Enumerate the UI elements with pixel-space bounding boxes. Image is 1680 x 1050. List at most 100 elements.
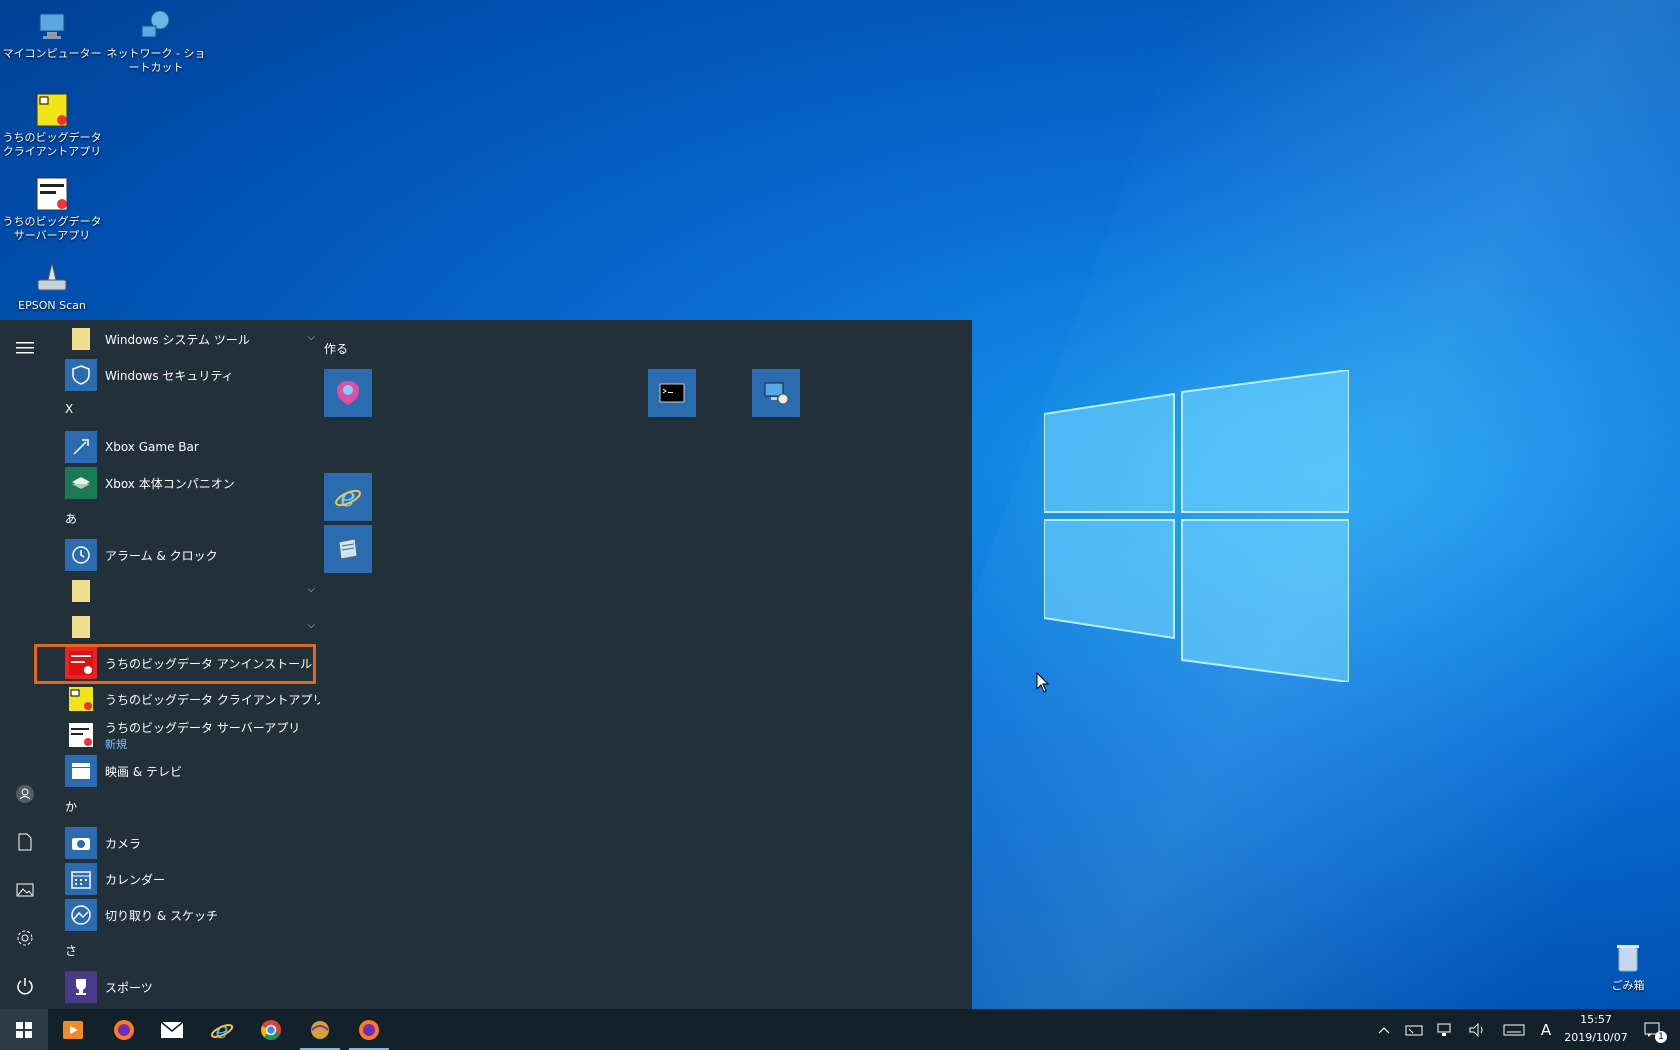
- notepad-icon: [338, 538, 358, 560]
- desktop-icon-label: うちのビッグデータ クライアントアプリ: [2, 131, 102, 158]
- chrome-icon: [261, 1019, 281, 1040]
- desktop-icon-server-app[interactable]: うちのビッグデータ サーバーアプリ: [0, 176, 104, 243]
- app-item-calendar[interactable]: カレンダー: [65, 861, 315, 897]
- firefox-icon: [359, 1019, 379, 1040]
- new-badge: 新規: [105, 737, 127, 751]
- remote-desktop-icon: [764, 382, 789, 405]
- chevron-down-icon[interactable]: ⌵: [307, 584, 315, 595]
- app-item-windows-system-tools[interactable]: Windows システム ツール ⌵: [65, 321, 315, 357]
- app-item-xbox-companion[interactable]: Xbox 本体コンパニオン: [65, 465, 315, 501]
- desktop-icon-epson-scan[interactable]: EPSON Scan: [0, 260, 104, 313]
- chevron-down-icon[interactable]: ⌵: [307, 620, 315, 631]
- tile-remote-desktop[interactable]: [752, 369, 800, 417]
- app-item-label: Windows システム ツール: [105, 332, 250, 347]
- settings-icon[interactable]: [10, 923, 40, 953]
- app-item-folder[interactable]: ⌵: [65, 609, 315, 645]
- folder-icon: [65, 611, 97, 643]
- cmd-icon: [659, 383, 685, 403]
- notification-count-badge: 1: [1655, 1031, 1667, 1043]
- user-icon[interactable]: [10, 779, 40, 809]
- desktop-icon-label: ごみ箱: [1611, 979, 1645, 992]
- app-item-bigdata-client[interactable]: うちのビッグデータ クライアントアプリ: [65, 681, 320, 717]
- section-letter[interactable]: あ: [65, 510, 77, 527]
- desktop-icon-client-app[interactable]: うちのビッグデータ クライアントアプリ: [0, 92, 104, 159]
- desktop-icon-recycle-bin[interactable]: ごみ箱: [1576, 940, 1680, 993]
- start-icon: [16, 1021, 32, 1038]
- windows-logo-wallpaper: [1044, 370, 1349, 682]
- chevron-up-icon[interactable]: [1372, 1009, 1396, 1050]
- shield-icon: [65, 359, 97, 391]
- section-letter[interactable]: さ: [65, 942, 77, 959]
- app-item-sports[interactable]: スポーツ: [65, 969, 315, 1005]
- app-item-label-wrap: うちのビッグデータ サーバーアプリ 新規: [105, 719, 300, 752]
- app-item-snip-sketch[interactable]: 切り取り & スケッチ: [65, 897, 315, 933]
- folder-icon: [65, 323, 97, 355]
- pictures-icon[interactable]: [10, 875, 40, 905]
- app-item-label: 映画 & テレビ: [105, 764, 182, 779]
- keyboard-icon[interactable]: [1500, 1009, 1528, 1050]
- taskbar-chrome[interactable]: [247, 1009, 295, 1050]
- network-icon[interactable]: [1434, 1009, 1458, 1050]
- tile-internet-explorer[interactable]: e: [324, 473, 372, 521]
- app-icon: [311, 1020, 329, 1039]
- taskbar-internet-explorer[interactable]: e: [198, 1009, 246, 1050]
- app-item-label: カレンダー: [105, 872, 166, 887]
- desktop-icon-label: マイコンピューター: [2, 47, 102, 60]
- paint3d-icon: [337, 381, 359, 405]
- recycle-bin-icon: [1610, 940, 1646, 976]
- start-button[interactable]: [0, 1009, 48, 1050]
- app-item-bigdata-server[interactable]: うちのビッグデータ サーバーアプリ 新規: [65, 717, 315, 753]
- tile-command-prompt[interactable]: [648, 369, 696, 417]
- desktop-icon-label: うちのビッグデータ サーバーアプリ: [2, 215, 102, 242]
- folder-icon: [65, 575, 97, 607]
- app-item-folder[interactable]: ⌵: [65, 573, 315, 609]
- network-icon: [138, 8, 174, 44]
- section-letter[interactable]: X: [65, 402, 73, 416]
- desktop-icon-label: EPSON Scan: [18, 299, 86, 312]
- tile-notepad[interactable]: [324, 525, 372, 573]
- app-item-movies-tv[interactable]: 映画 & テレビ: [65, 753, 315, 789]
- documents-icon[interactable]: [10, 827, 40, 857]
- server-app-icon: [65, 719, 97, 751]
- ime-mode-icon[interactable]: [1402, 1009, 1426, 1050]
- clock-date: 2019/10/07: [1564, 1031, 1628, 1044]
- snip-sketch-icon: [65, 899, 97, 931]
- power-icon[interactable]: [10, 971, 40, 1001]
- app-item-label: スポーツ: [105, 980, 153, 995]
- trophy-icon: [65, 971, 97, 1003]
- chevron-down-icon[interactable]: ⌵: [307, 332, 315, 343]
- volume-icon[interactable]: [1466, 1009, 1490, 1050]
- clock[interactable]: 15:57 2019/10/07: [1556, 1011, 1636, 1047]
- xbox-companion-icon: [65, 467, 97, 499]
- start-menu: Windows システム ツール ⌵ Windows セキュリティ X Xbox…: [0, 320, 972, 1009]
- ime-indicator[interactable]: A: [1536, 1009, 1556, 1050]
- taskbar-firefox[interactable]: [100, 1009, 148, 1050]
- clock-time: 15:57: [1580, 1013, 1612, 1026]
- notification-center-button[interactable]: 1: [1636, 1009, 1670, 1050]
- app-item-label: 切り取り & スケッチ: [105, 908, 218, 923]
- camera-icon: [65, 827, 97, 859]
- taskbar-firefox-active[interactable]: [345, 1009, 393, 1050]
- app-item-camera[interactable]: カメラ: [65, 825, 315, 861]
- desktop-icon-label: ネットワーク - ショートカット: [106, 47, 206, 74]
- desktop-icon-network-shortcut[interactable]: ネットワーク - ショートカット: [104, 8, 208, 75]
- hamburger-icon[interactable]: [10, 333, 40, 363]
- taskbar-media-player[interactable]: [49, 1009, 97, 1050]
- app-item-label: アラーム & クロック: [105, 548, 218, 563]
- section-letter[interactable]: か: [65, 798, 77, 815]
- firefox-icon: [114, 1019, 134, 1040]
- calendar-icon: [65, 863, 97, 895]
- app-item-alarm-clock[interactable]: アラーム & クロック: [65, 537, 315, 573]
- svg-text:e: e: [340, 483, 355, 512]
- desktop-icon-my-computer[interactable]: マイコンピューター: [0, 8, 104, 61]
- svg-text:e: e: [215, 1019, 228, 1043]
- app-item-windows-security[interactable]: Windows セキュリティ: [65, 357, 315, 393]
- taskbar-mail[interactable]: [148, 1009, 196, 1050]
- alarm-clock-icon: [65, 539, 97, 571]
- tile-paint3d[interactable]: [324, 369, 372, 417]
- app-item-xbox-game-bar[interactable]: Xbox Game Bar: [65, 429, 315, 465]
- tile-group-title[interactable]: 作る: [324, 340, 348, 357]
- app-item-label: うちのビッグデータ サーバーアプリ: [105, 720, 301, 735]
- taskbar: e A 15:57 2019/10/07 1: [0, 1009, 1680, 1050]
- taskbar-app[interactable]: [296, 1009, 344, 1050]
